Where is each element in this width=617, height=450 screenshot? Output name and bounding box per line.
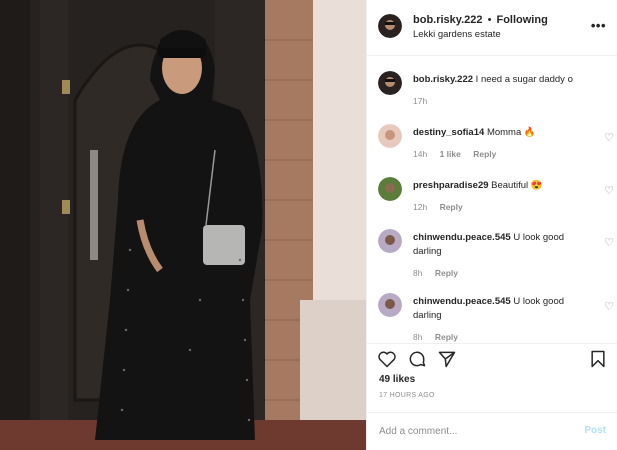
post-side-panel: bob.risky.222 • Following Lekki gardens …: [366, 0, 617, 450]
comment-time: 12h: [413, 202, 428, 212]
caption-text: I need a sugar daddy o: [475, 74, 573, 85]
comment-time: 8h: [413, 268, 423, 278]
commenter-avatar[interactable]: [378, 124, 402, 148]
comment-body: chinwendu.peace.545 U look good darling …: [413, 231, 588, 280]
comment-time: 14h: [413, 149, 428, 159]
following-button[interactable]: Following: [496, 14, 547, 26]
bookmark-icon[interactable]: [588, 349, 608, 374]
more-options-icon[interactable]: •••: [591, 18, 606, 33]
share-paper-plane-icon[interactable]: [437, 349, 457, 374]
comment-username[interactable]: chinwendu.peace.545: [413, 296, 511, 307]
post-photo-image: [0, 0, 366, 450]
reply-button[interactable]: Reply: [435, 332, 458, 342]
comment-heart-icon[interactable]: ♡: [604, 300, 614, 313]
comment-text: Beautiful 😍: [491, 180, 543, 191]
action-bar: [367, 343, 617, 373]
author-avatar[interactable]: [378, 14, 402, 38]
caption-time: 17h: [413, 96, 428, 106]
post-timestamp[interactable]: 17 HOURS AGO: [379, 392, 435, 399]
author-avatar[interactable]: [378, 71, 402, 95]
comment-text: Momma 🔥: [486, 127, 536, 138]
comment-username[interactable]: chinwendu.peace.545: [413, 232, 511, 243]
comment-meta: 8h Reply: [413, 266, 588, 280]
heart-icon[interactable]: [377, 349, 397, 374]
author-username[interactable]: bob.risky.222: [413, 14, 483, 26]
comment-meta: 12h Reply: [413, 200, 588, 214]
comment-heart-icon[interactable]: ♡: [604, 184, 614, 197]
reply-button[interactable]: Reply: [435, 268, 458, 278]
comment-username[interactable]: destiny_sofia14: [413, 127, 484, 138]
caption-username[interactable]: bob.risky.222: [413, 74, 473, 85]
reply-button[interactable]: Reply: [440, 202, 463, 212]
likes-count[interactable]: 49 likes: [379, 374, 415, 385]
caption-body: bob.risky.222 I need a sugar daddy o 17h: [413, 73, 588, 108]
comment-body: preshparadise29 Beautiful 😍 12h Reply: [413, 179, 588, 214]
header-title-line: bob.risky.222 • Following: [413, 14, 548, 26]
post-comment-button[interactable]: Post: [584, 425, 606, 436]
post-header: bob.risky.222 • Following Lekki gardens …: [367, 0, 617, 56]
comment-meta: 8h Reply: [413, 330, 588, 343]
post-photo[interactable]: [0, 0, 366, 450]
add-comment-input[interactable]: [379, 421, 569, 441]
commenter-avatar[interactable]: [378, 229, 402, 253]
commenter-avatar[interactable]: [378, 293, 402, 317]
comments-list[interactable]: bob.risky.222 I need a sugar daddy o 17h…: [367, 57, 617, 343]
comment-heart-icon[interactable]: ♡: [604, 236, 614, 249]
comment-meta: 14h 1 like Reply: [413, 147, 588, 161]
post-location[interactable]: Lekki gardens estate: [413, 29, 501, 40]
commenter-avatar[interactable]: [378, 177, 402, 201]
comment-username[interactable]: preshparadise29: [413, 180, 489, 191]
comment-likes[interactable]: 1 like: [440, 149, 461, 159]
add-comment-bar: Post: [367, 412, 617, 450]
caption-meta: 17h: [413, 94, 588, 108]
separator-dot: •: [487, 14, 492, 26]
reply-button[interactable]: Reply: [473, 149, 496, 159]
comment-bubble-icon[interactable]: [407, 349, 427, 374]
comment-body: destiny_sofia14 Momma 🔥 14h 1 like Reply: [413, 126, 588, 161]
comment-heart-icon[interactable]: ♡: [604, 131, 614, 144]
comment-time: 8h: [413, 332, 423, 342]
comment-body: chinwendu.peace.545 U look good darling …: [413, 295, 588, 343]
